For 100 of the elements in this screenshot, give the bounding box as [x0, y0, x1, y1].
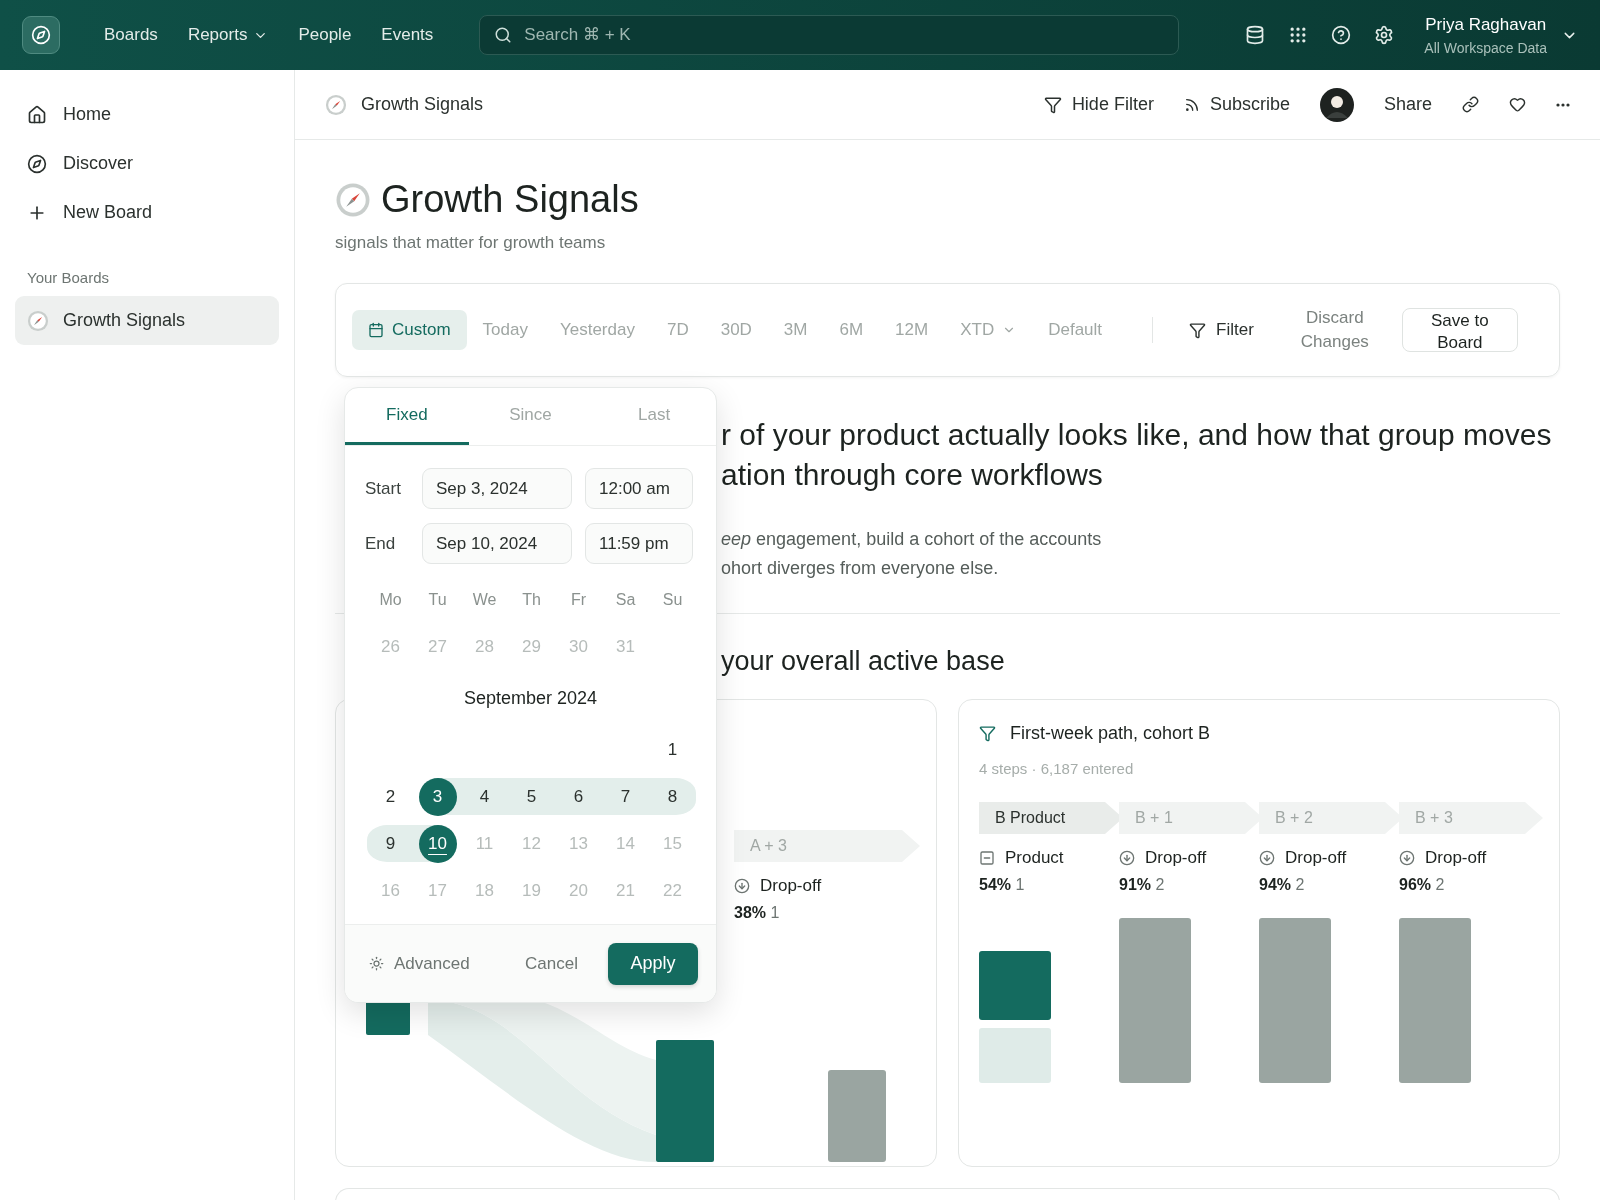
nav-link[interactable]: People [298, 25, 352, 45]
step-label: Product [1005, 848, 1064, 868]
time-field[interactable]: 12:00 am [585, 468, 693, 509]
card-title: First-week path, cohort B [1010, 722, 1211, 744]
avatar[interactable] [1319, 87, 1354, 122]
toolbar-button[interactable] [1245, 25, 1266, 45]
paragraph-text: eep engagement, build a cohort of the accounts [721, 528, 1103, 551]
section-heading: your overall active base [721, 646, 1006, 677]
subscribe-button[interactable]: Subscribe [1183, 94, 1290, 115]
user-name: Priya Raghavan [1425, 14, 1547, 35]
card-meta: 4 steps · 6,187 entered [979, 760, 1135, 779]
weekday-label: Fr [569, 589, 588, 610]
calendar-day[interactable]: 2 [371, 777, 410, 816]
arrow-down-circle-icon [1259, 850, 1275, 866]
funnel-icon [979, 724, 996, 742]
step-label: Drop-off [1425, 848, 1487, 868]
calendar-day[interactable]: 10 [418, 824, 457, 863]
sidebar-section-label: Your Boards [27, 269, 110, 286]
step-value: 91% 2 [1119, 876, 1166, 894]
board-title: Growth Signals [361, 94, 484, 115]
arrow-down-circle-icon [1119, 850, 1135, 866]
step-label: Drop-off [1145, 848, 1207, 868]
database-icon [1245, 25, 1266, 45]
weekday-label: Mo [378, 589, 403, 610]
home-icon [27, 104, 47, 125]
help-icon [1331, 25, 1352, 45]
minus-square-icon [979, 850, 995, 866]
link-button[interactable] [1462, 96, 1479, 113]
sidebar-item[interactable]: New Board [15, 188, 279, 237]
sidebar-item[interactable]: Home [15, 90, 279, 139]
cancel-button[interactable]: Cancel [519, 952, 584, 975]
settings-icon [1374, 25, 1395, 45]
filter-icon [1043, 95, 1062, 114]
step-value: 54% 1 [979, 876, 1026, 894]
nav-link[interactable]: Reports [187, 25, 269, 45]
rss-icon [1183, 96, 1200, 113]
step-chip[interactable]: A + 3 [734, 830, 920, 862]
search-icon [494, 26, 513, 44]
weekday-label: Tu [427, 589, 448, 610]
search-field[interactable]: Search ⌘ + K [522, 24, 1165, 46]
weekday-label: Sa [614, 589, 637, 610]
share-button[interactable]: Share [1383, 94, 1432, 115]
search-bar[interactable]: Search ⌘ + K [479, 15, 1180, 55]
compass-icon [335, 181, 371, 218]
discard-changes-button[interactable]: Discard Changes [1289, 305, 1380, 355]
heading-text: ation through core workflows [721, 457, 1104, 493]
step-value: 96% 2 [1399, 876, 1446, 894]
sun-icon [369, 956, 384, 971]
picker-tab[interactable]: Fixed [345, 388, 469, 445]
compass-icon [27, 309, 49, 332]
more-icon [1556, 102, 1570, 107]
arrow-down-circle-icon [1399, 850, 1415, 866]
date-field[interactable]: Sep 3, 2024 [422, 468, 572, 509]
calendar-icon [368, 322, 384, 338]
range-option[interactable]: 6M [823, 310, 880, 350]
apply-button[interactable]: Apply [608, 942, 698, 985]
range-option[interactable]: 30D [704, 310, 768, 350]
weekday-label: Th [521, 589, 542, 610]
weekday-label: We [471, 589, 498, 610]
compass-icon [27, 153, 47, 174]
calendar-day[interactable]: 1 [653, 730, 692, 769]
nav-link[interactable]: Boards [104, 25, 158, 45]
weekday-label: Su [661, 589, 684, 610]
picker-tab[interactable]: Last [592, 388, 716, 445]
range-option[interactable]: Custom [352, 310, 467, 350]
field-label: End [365, 533, 397, 554]
step-chip[interactable]: B + 3 [1399, 802, 1543, 834]
heading-text: r of your product actually looks like, and how that group moves [721, 417, 1553, 453]
sidebar-item[interactable]: Discover [15, 139, 279, 188]
range-option[interactable]: 3M [767, 310, 824, 350]
more-button[interactable] [1556, 102, 1570, 107]
range-option[interactable]: XTD [944, 310, 1033, 350]
step-value: 38% 1 [734, 904, 781, 922]
range-option[interactable]: Yesterday [543, 310, 651, 350]
date-field[interactable]: Sep 10, 2024 [422, 523, 572, 564]
month-title: September 2024 [462, 687, 599, 710]
range-option[interactable]: Default [1032, 310, 1119, 350]
time-field[interactable]: 11:59 pm [585, 523, 693, 564]
filter-button[interactable]: Filter [1189, 320, 1254, 340]
range-option[interactable]: Today [466, 310, 544, 350]
nav-link[interactable]: Events [381, 25, 434, 45]
picker-tab[interactable]: Since [468, 388, 593, 445]
calendar-day[interactable]: 3 [418, 777, 457, 816]
field-label: Start [365, 478, 402, 499]
hide-filter-button[interactable]: Hide Filter [1043, 94, 1154, 115]
save-to-board-button[interactable]: Save to Board [1401, 308, 1518, 352]
board-item[interactable]: Growth Signals [15, 296, 279, 345]
toolbar-button[interactable] [1374, 25, 1395, 45]
compass-icon [325, 93, 347, 116]
advanced-button[interactable]: Advanced [369, 953, 470, 974]
app-logo[interactable] [22, 16, 60, 54]
arrow-down-circle-icon [734, 878, 750, 894]
range-option[interactable]: 12M [879, 310, 945, 350]
toolbar-button[interactable] [1331, 25, 1352, 45]
workspace-scope: All Workspace Data [1424, 39, 1547, 56]
step-value: 94% 2 [1259, 876, 1306, 894]
range-option[interactable]: 7D [650, 310, 705, 350]
favorite-button[interactable] [1509, 96, 1526, 113]
filter-icon [1189, 321, 1207, 339]
page-title: Growth Signals [381, 178, 639, 221]
